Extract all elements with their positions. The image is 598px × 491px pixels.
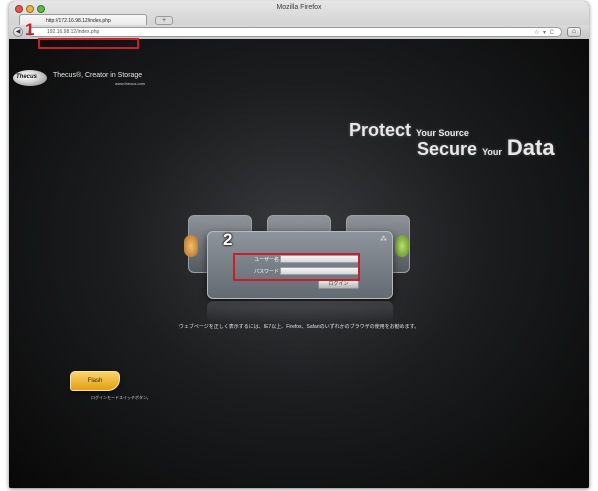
- navigation-bar: ◀ 192.16.98.12/index.php ☆ ▾ C ⌂: [9, 25, 589, 39]
- callout-number-2: 2: [223, 230, 233, 249]
- hero-your: Your: [482, 147, 502, 157]
- flash-mode-button[interactable]: Flash: [70, 371, 120, 391]
- address-bar[interactable]: 192.16.98.12/index.php ☆ ▾ C: [28, 27, 562, 37]
- back-button[interactable]: ◀: [13, 27, 23, 37]
- callout-number-1: 1: [25, 20, 35, 39]
- browser-notice: ウェブページを正しく表示するには、IE7以上、Firefox、Safariのいず…: [178, 324, 420, 330]
- hero-data: Data: [506, 135, 555, 160]
- flash-caption: ログインモードスイッチボタン。: [91, 395, 151, 400]
- window-title: Mozilla Firefox: [276, 4, 322, 11]
- home-button[interactable]: ⌂: [567, 27, 581, 37]
- brand-url: www.thecus.com: [115, 81, 146, 86]
- login-button[interactable]: ログイン: [318, 280, 359, 289]
- network-icon: ⁂: [380, 236, 387, 243]
- title-bar: Mozilla Firefox http://172.16.98.12/inde…: [9, 1, 589, 39]
- logo-mark: Thecus: [13, 70, 47, 86]
- panel-reflection: [207, 301, 393, 323]
- hero-secure: Secure: [417, 139, 478, 159]
- hero-protect: Protect: [349, 120, 412, 140]
- hero-line-2: Secure Your Data: [417, 135, 555, 161]
- decorative-figure: [184, 235, 198, 257]
- highlight-box-address: [38, 38, 139, 49]
- address-bar-url: 192.16.98.12/index.php: [47, 29, 100, 35]
- highlight-box-login: [233, 253, 360, 281]
- brand-tagline: Thecus®, Creator in Storage: [53, 72, 143, 79]
- decorative-figure: [395, 235, 409, 257]
- logo-text: Thecus: [16, 74, 38, 80]
- new-tab-button[interactable]: +: [155, 16, 173, 25]
- browser-window: Mozilla Firefox http://172.16.98.12/inde…: [9, 1, 589, 488]
- bookmark-reload-icons[interactable]: ☆ ▾ C: [534, 29, 555, 36]
